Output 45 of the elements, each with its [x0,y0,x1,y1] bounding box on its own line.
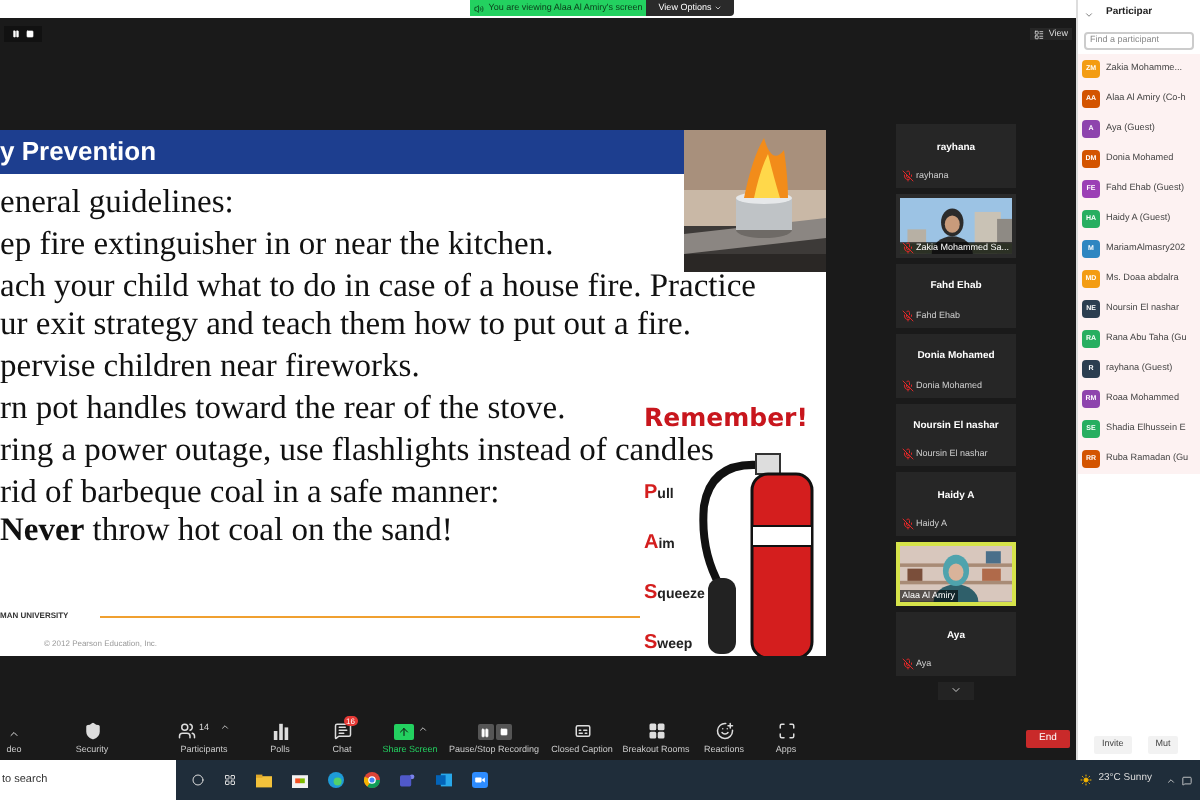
pause-icon[interactable] [12,30,20,38]
slide-title: y Prevention [0,134,157,171]
shield-icon [83,722,101,741]
browser-icon[interactable] [364,772,380,788]
slide-text-line: Never throw hot coal on the sand! [0,510,453,548]
task-view-icon[interactable] [224,774,236,786]
slide-text-line: ur exit strategy and teach them how to put out a fire. [0,304,691,342]
stop-icon[interactable] [26,30,34,38]
stop-icon [495,724,511,741]
caret-icon[interactable] [1166,775,1176,785]
slide-text-line: pervise children near fireworks. [0,346,420,384]
bar-chart-icon [271,722,289,741]
people-icon[interactable] [400,772,416,788]
grid-icon [647,722,665,741]
slide-text-line: ring a power outage, use flashlights instead of candles [0,430,714,468]
caret-icon[interactable] [417,724,427,735]
slide-text-line: ach your child what to do in case of a house fire. Practice [0,266,756,304]
sun-icon [1080,774,1093,786]
smiley-plus-icon [715,722,733,741]
folder-icon[interactable] [256,773,272,787]
speaker-icon [474,3,485,13]
people-icon [178,722,197,741]
collapse-icon[interactable] [1084,9,1094,19]
captions-icon [573,722,591,741]
notification-icon[interactable] [1182,775,1192,785]
slide-text-line: ep fire extinguisher in or near the kitchen. [0,224,554,262]
share-screen-icon [393,724,413,741]
mail-icon[interactable] [436,772,452,788]
expand-icon [777,722,795,741]
slide-text-line: eneral guidelines: [0,182,234,220]
caret-icon[interactable] [8,728,20,741]
pause-icon [477,724,493,741]
chevron-down-icon [950,684,962,697]
slide-text-line: rid of barbeque coal in a safe manner: [0,472,500,510]
scroll-down-button[interactable] [938,682,974,700]
video-camera-icon[interactable] [472,772,488,788]
list-icon [1034,29,1045,39]
caret-icon[interactable] [219,722,229,733]
recording-controls[interactable] [4,26,42,42]
slide-text-line: rn pot handles toward the rear of the stove. [0,388,566,426]
chat-bubble-icon [333,722,351,741]
swirl-icon[interactable] [328,772,344,788]
shopping-bag-icon[interactable] [292,772,308,788]
circle-icon[interactable] [192,774,204,786]
remember-heading: Remember! [644,400,810,436]
